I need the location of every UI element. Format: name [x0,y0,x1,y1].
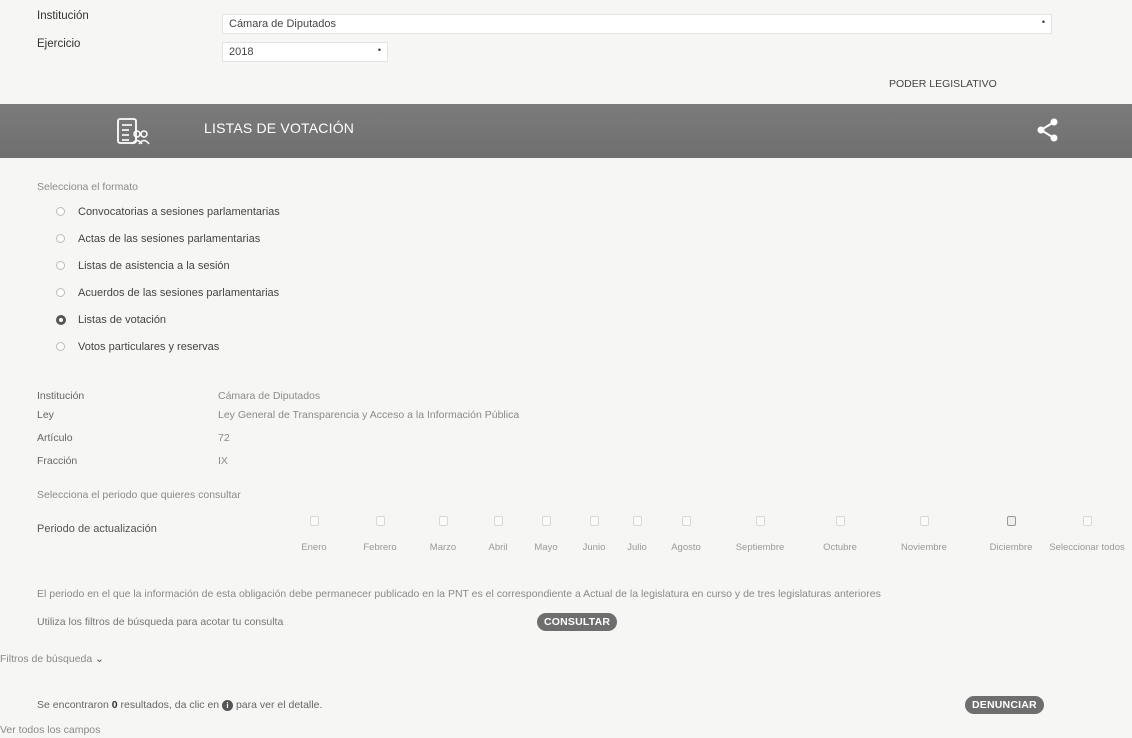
results-summary: Se encontraron 0 resultados, da clic en … [37,699,322,711]
chevron-down-icon: ⌄ [95,653,104,665]
institucion-select[interactable]: Cámara de Diputados • [222,14,1052,34]
info-icon: i [222,700,234,711]
info-label: Fracción [37,455,78,467]
info-value: Cámara de Diputados [218,390,321,402]
period-checkbox[interactable] [438,516,448,526]
format-option-label: Listas de votación [78,314,167,326]
period-option[interactable]: Agosto [646,516,726,553]
month-label: Seleccionar todos [1049,542,1125,553]
ejercicio-label: Ejercicio [37,38,81,50]
filtros-label: Filtros de búsqueda [0,653,93,665]
period-checkbox[interactable] [632,516,642,526]
periodo-label: Periodo de actualización [37,523,157,535]
period-checkbox[interactable] [919,516,929,526]
radio-button[interactable] [56,261,65,270]
periodo-prompt: Selecciona el periodo que quieres consul… [37,489,241,501]
period-checkbox[interactable] [375,516,385,526]
month-label: Octubre [823,542,857,553]
month-label: Noviembre [901,542,947,553]
period-option[interactable]: Septiembre [720,516,800,553]
institucion-label: Institución [37,10,89,22]
period-checkbox-checked[interactable] [1006,516,1016,526]
filtros-toggle[interactable]: Filtros de búsqueda ⌄ [0,653,104,665]
section-title: LISTAS DE VOTACIÓN [204,120,355,136]
info-label: Artículo [37,432,73,444]
period-option[interactable]: Seleccionar todos [1044,516,1130,553]
format-option-label: Convocatorias a sesiones parlamentarias [78,206,280,218]
month-label: Diciembre [989,542,1033,553]
radio-button[interactable] [56,207,65,216]
ver-todos-link[interactable]: Ver todos los campos [0,724,100,736]
consultar-button[interactable]: CONSULTAR [537,613,618,631]
institucion-select-value: Cámara de Diputados [229,18,337,30]
info-value: Ley General de Transparencia y Acceso a … [218,409,520,421]
period-checkbox[interactable] [835,516,845,526]
chevron-down-icon: • [377,45,381,55]
results-text: para ver el detalle. [233,699,323,711]
period-checkbox[interactable] [541,516,551,526]
info-value: IX [218,455,228,467]
period-checkbox[interactable] [1082,516,1092,526]
poder-label: PODER LEGISLATIVO [889,78,997,90]
format-option-label: Actas de las sesiones parlamentarias [78,233,261,245]
month-label: Agosto [671,542,701,553]
period-checkbox[interactable] [681,516,691,526]
chevron-down-icon: • [1041,17,1045,27]
list-people-icon [116,117,150,152]
period-option[interactable]: Diciembre [971,516,1051,553]
radio-button-selected[interactable] [56,315,66,325]
info-label: Institución [37,390,85,402]
info-label: Ley [37,409,54,421]
ejercicio-select[interactable]: 2018 • [222,42,388,62]
results-text: resultados, da clic en [117,699,223,711]
info-value: 72 [218,432,230,444]
share-icon[interactable] [1037,118,1059,147]
radio-button[interactable] [56,234,65,243]
period-option[interactable]: Noviembre [884,516,964,553]
format-option-label: Acuerdos de las sesiones parlamentarias [78,287,280,299]
filtros-hint: Utiliza los filtros de búsqueda para aco… [37,616,284,628]
month-label: Septiembre [735,542,785,553]
radio-button[interactable] [56,288,65,297]
period-checkbox-row: Enero Febrero Marzo Abril Mayo Junio Jul… [274,516,1132,562]
period-checkbox[interactable] [309,516,319,526]
formato-prompt: Selecciona el formato [37,181,138,193]
period-checkbox[interactable] [493,516,503,526]
denunciar-button[interactable]: DENUNCIAR [965,696,1044,714]
radio-button[interactable] [56,342,65,351]
publicacion-note: El periodo en el que la información de e… [37,588,881,600]
format-option-label: Listas de asistencia a la sesión [78,260,230,272]
section-header: LISTAS DE VOTACIÓN [0,104,1132,158]
period-checkbox[interactable] [755,516,765,526]
period-option[interactable]: Octubre [800,516,880,553]
results-text: Se encontraron [37,699,112,711]
ejercicio-select-value: 2018 [229,46,254,58]
format-option-label: Votos particulares y reservas [78,341,220,353]
